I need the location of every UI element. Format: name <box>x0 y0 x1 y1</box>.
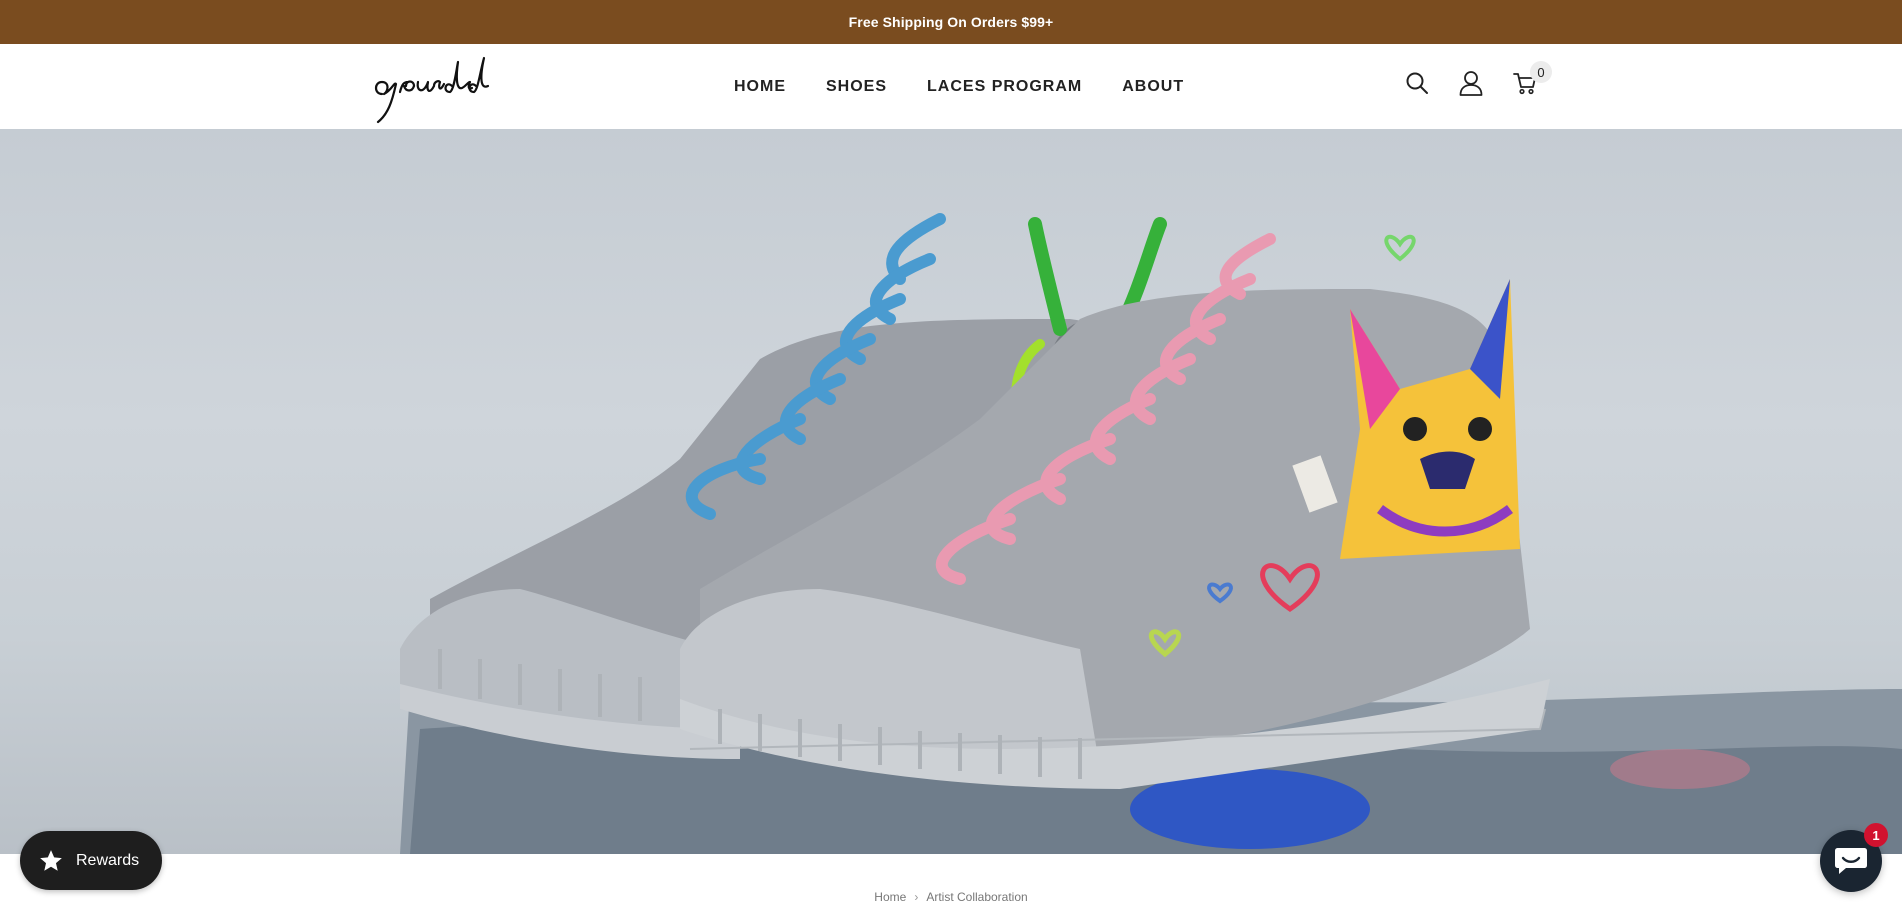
hero-sneakers-image <box>400 213 1902 854</box>
site-header: HOME SHOES LACES PROGRAM ABOUT 0 <box>0 44 1902 129</box>
account-button[interactable] <box>1458 70 1484 96</box>
star-icon <box>40 849 62 871</box>
nav-home[interactable]: HOME <box>734 78 786 96</box>
header-icons: 0 <box>1404 61 1552 96</box>
chat-notification-badge: 1 <box>1864 823 1888 847</box>
hero-banner <box>0 129 1902 854</box>
nav-laces-program[interactable]: LACES PROGRAM <box>927 78 1082 96</box>
breadcrumb-current: Artist Collaboration <box>926 890 1028 904</box>
cart-button[interactable]: 0 <box>1512 61 1552 96</box>
search-icon <box>1406 72 1428 94</box>
search-button[interactable] <box>1404 70 1430 96</box>
breadcrumb-home[interactable]: Home <box>874 890 906 904</box>
rewards-label: Rewards <box>76 851 140 869</box>
breadcrumb-chevron-icon: › <box>914 890 919 904</box>
nav-shoes[interactable]: SHOES <box>826 78 887 96</box>
chat-icon <box>1835 848 1867 874</box>
breadcrumb: Home › Artist Collaboration <box>0 890 1902 904</box>
nav-about[interactable]: ABOUT <box>1122 78 1184 96</box>
cart-count-badge: 0 <box>1530 61 1552 83</box>
announcement-text: Free Shipping On Orders $99+ <box>848 14 1054 30</box>
announcement-bar: Free Shipping On Orders $99+ <box>0 0 1902 44</box>
main-nav: HOME SHOES LACES PROGRAM ABOUT <box>734 44 1184 129</box>
account-icon <box>1459 71 1483 96</box>
grounded-logo[interactable] <box>372 52 512 124</box>
rewards-button[interactable]: Rewards <box>20 831 162 890</box>
